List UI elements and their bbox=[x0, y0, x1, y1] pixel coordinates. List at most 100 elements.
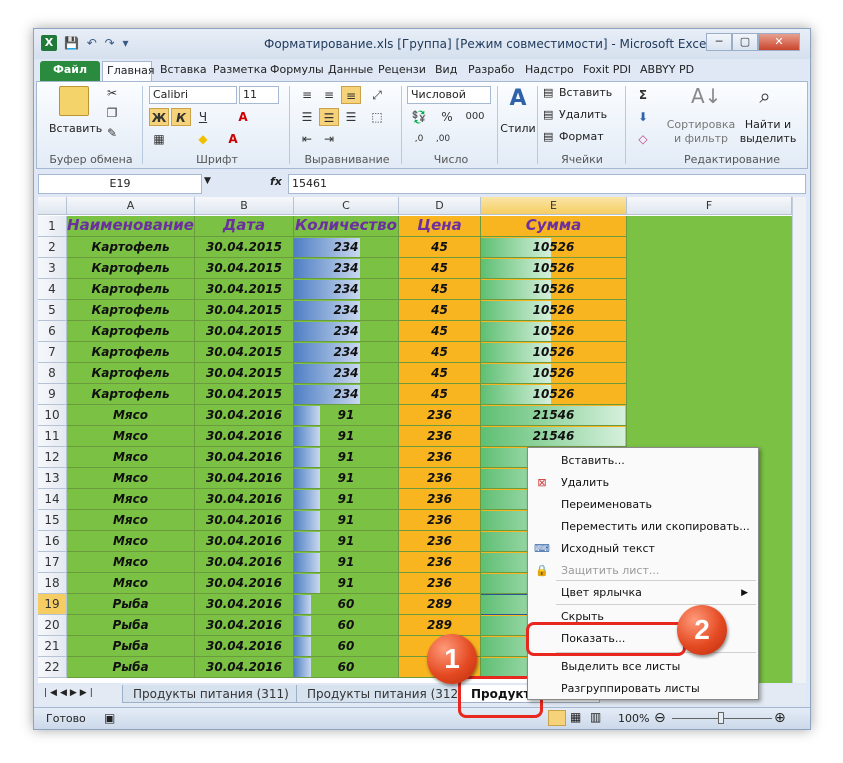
row-header[interactable]: 11 bbox=[38, 426, 67, 447]
cell-sum[interactable]: 10526 bbox=[481, 384, 627, 405]
cut-icon[interactable]: ✂ bbox=[102, 84, 122, 102]
align-bottom-icon[interactable]: ≡ bbox=[341, 86, 361, 104]
cell-date[interactable]: 30.04.2015 bbox=[195, 258, 294, 279]
tab-data[interactable]: Данные bbox=[324, 61, 377, 81]
cell-date[interactable]: 30.04.2015 bbox=[195, 384, 294, 405]
cell-qty[interactable]: 91 bbox=[294, 510, 399, 531]
cell-name[interactable]: Картофель bbox=[67, 342, 195, 363]
cell-date[interactable]: 30.04.2015 bbox=[195, 342, 294, 363]
cell-date[interactable]: 30.04.2016 bbox=[195, 615, 294, 636]
cell-qty[interactable]: 91 bbox=[294, 405, 399, 426]
column-header-b[interactable]: B bbox=[195, 197, 294, 215]
cell-price[interactable]: 236 bbox=[399, 447, 481, 468]
zoom-level[interactable]: 100% bbox=[618, 712, 649, 725]
cell-name[interactable]: Картофель bbox=[67, 237, 195, 258]
find-select-button-line2[interactable]: выделить bbox=[735, 132, 801, 145]
column-header-f[interactable]: F bbox=[627, 197, 792, 215]
cell-date[interactable]: 30.04.2016 bbox=[195, 552, 294, 573]
column-header-e[interactable]: E bbox=[481, 197, 627, 215]
cell-date[interactable]: 30.04.2015 bbox=[195, 237, 294, 258]
cell-date[interactable]: 30.04.2016 bbox=[195, 531, 294, 552]
cell-name[interactable]: Мясо bbox=[67, 426, 195, 447]
cell-name[interactable]: Картофель bbox=[67, 300, 195, 321]
maximize-button[interactable]: ▢ bbox=[732, 33, 758, 51]
row-header[interactable]: 16 bbox=[38, 531, 67, 552]
increase-decimal-icon[interactable]: ,0 bbox=[409, 130, 429, 148]
font-name-select[interactable]: Calibri bbox=[149, 86, 237, 104]
find-binoculars-icon[interactable]: ⌕ bbox=[753, 84, 777, 112]
cell-name[interactable]: Мясо bbox=[67, 573, 195, 594]
row-header[interactable]: 20 bbox=[38, 615, 67, 636]
tab-layout[interactable]: Разметка bbox=[209, 61, 271, 81]
autosum-icon[interactable]: Σ bbox=[633, 86, 653, 104]
cell-qty[interactable]: 91 bbox=[294, 552, 399, 573]
row-header[interactable]: 21 bbox=[38, 636, 67, 657]
cell-qty[interactable]: 234 bbox=[294, 237, 399, 258]
cell-price[interactable]: 236 bbox=[399, 468, 481, 489]
clear-icon[interactable]: ◇ bbox=[633, 130, 653, 148]
cell-sum[interactable]: 10526 bbox=[481, 237, 627, 258]
tab-formulas[interactable]: Формулы bbox=[266, 61, 328, 81]
cell-price[interactable]: 236 bbox=[399, 426, 481, 447]
cell-qty[interactable]: 60 bbox=[294, 657, 399, 678]
column-header-d[interactable]: D bbox=[399, 197, 481, 215]
cell-name[interactable]: Мясо bbox=[67, 552, 195, 573]
insert-cells-icon[interactable]: ▤ bbox=[543, 86, 553, 99]
cell-date[interactable]: 30.04.2016 bbox=[195, 510, 294, 531]
align-right-icon[interactable]: ☰ bbox=[341, 108, 361, 126]
delete-cells-button[interactable]: Удалить bbox=[559, 108, 607, 121]
cell-qty[interactable]: 234 bbox=[294, 384, 399, 405]
tab-file[interactable]: Файл bbox=[40, 61, 100, 81]
paste-button[interactable]: Вставить bbox=[49, 122, 102, 135]
header-cell-qty[interactable]: Количество bbox=[294, 216, 399, 237]
sheet-nav-arrows[interactable]: |◀◀▶▶| bbox=[44, 688, 96, 698]
italic-button[interactable]: К bbox=[171, 108, 191, 126]
cell-date[interactable]: 30.04.2016 bbox=[195, 636, 294, 657]
cell-name[interactable]: Рыба bbox=[67, 636, 195, 657]
cell-date[interactable]: 30.04.2016 bbox=[195, 489, 294, 510]
cell-price[interactable]: 45 bbox=[399, 258, 481, 279]
row-header[interactable]: 7 bbox=[38, 342, 67, 363]
align-center-icon[interactable]: ☰ bbox=[319, 108, 339, 126]
find-select-button-line1[interactable]: Найти и bbox=[735, 118, 801, 131]
cell-qty[interactable]: 234 bbox=[294, 321, 399, 342]
cell-sum[interactable]: 10526 bbox=[481, 279, 627, 300]
tab-view[interactable]: Вид bbox=[431, 61, 461, 81]
cell-sum[interactable]: 10526 bbox=[481, 300, 627, 321]
cell-name[interactable]: Картофель bbox=[67, 363, 195, 384]
row-header[interactable]: 22 bbox=[38, 657, 67, 678]
header-cell-date[interactable]: Дата bbox=[195, 216, 294, 237]
cell-date[interactable]: 30.04.2015 bbox=[195, 279, 294, 300]
cell-date[interactable]: 30.04.2016 bbox=[195, 405, 294, 426]
cell-date[interactable]: 30.04.2016 bbox=[195, 447, 294, 468]
format-cells-icon[interactable]: ▤ bbox=[543, 130, 553, 143]
cell-sum[interactable]: 10526 bbox=[481, 342, 627, 363]
cell-price[interactable]: 45 bbox=[399, 300, 481, 321]
decrease-decimal-icon[interactable]: ,00 bbox=[433, 130, 453, 148]
menu-item-2[interactable]: ⊠ Удалить bbox=[528, 472, 758, 494]
cell-qty[interactable]: 91 bbox=[294, 447, 399, 468]
macro-record-icon[interactable]: ▣ bbox=[104, 711, 115, 725]
vertical-scrollbar[interactable] bbox=[792, 197, 806, 683]
tab-abbyy[interactable]: ABBYY PD bbox=[636, 61, 698, 81]
cell-qty[interactable]: 91 bbox=[294, 468, 399, 489]
cell-name[interactable]: Мясо bbox=[67, 468, 195, 489]
cell-qty[interactable]: 60 bbox=[294, 636, 399, 657]
zoom-out-icon[interactable]: ⊖ bbox=[654, 710, 666, 726]
cell-date[interactable]: 30.04.2016 bbox=[195, 426, 294, 447]
cell-price[interactable]: 289 bbox=[399, 594, 481, 615]
cell-date[interactable]: 30.04.2016 bbox=[195, 468, 294, 489]
underline-button[interactable]: Ч bbox=[193, 108, 213, 126]
cell-price[interactable]: 45 bbox=[399, 384, 481, 405]
menu-item-7[interactable]: Цвет ярлычка ▶ bbox=[528, 582, 758, 604]
cell-price[interactable]: 289 bbox=[399, 615, 481, 636]
formula-input[interactable]: 15461 bbox=[288, 174, 806, 194]
copy-icon[interactable]: ❐ bbox=[102, 104, 122, 122]
sheet-tab[interactable]: Продукты питания (311) bbox=[122, 685, 300, 703]
sort-filter-button-line1[interactable]: Сортировка bbox=[663, 118, 739, 131]
font-color-icon[interactable]: A bbox=[223, 130, 243, 148]
cell-price[interactable]: 45 bbox=[399, 342, 481, 363]
name-box[interactable]: E19 bbox=[38, 174, 202, 194]
insert-function-icon[interactable]: fx bbox=[270, 175, 282, 188]
cell-name[interactable]: Мясо bbox=[67, 447, 195, 468]
